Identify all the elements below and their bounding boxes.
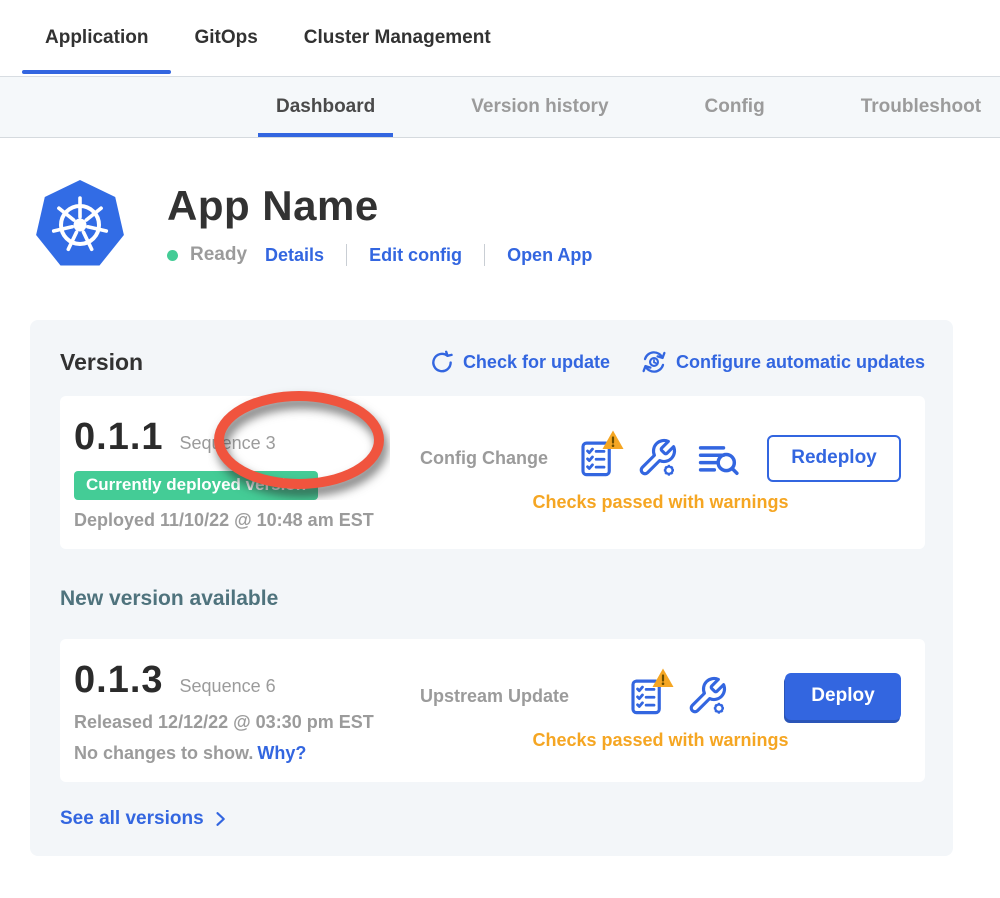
why-link[interactable]: Why?	[257, 743, 306, 763]
view-files-icon[interactable]	[696, 436, 740, 480]
kubernetes-logo-icon	[35, 178, 125, 270]
divider	[484, 244, 485, 266]
version-section: Version Check for update Configure	[30, 320, 953, 856]
chevron-right-icon	[210, 809, 230, 829]
page-title: App Name	[167, 182, 592, 230]
app-header: App Name Ready Details Edit config Open …	[35, 178, 1000, 270]
deployed-date: Deployed 11/10/22 @ 10:48 am EST	[74, 510, 420, 531]
preflight-checks-icon-button[interactable]	[626, 674, 668, 718]
available-checks-status[interactable]: Checks passed with warnings	[420, 730, 901, 751]
tab-cluster-management-label: Cluster Management	[304, 27, 491, 49]
sub-nav: Dashboard Version history Config Trouble…	[0, 77, 1000, 138]
see-all-versions-label: See all versions	[60, 808, 204, 830]
tab-config-label: Config	[705, 96, 765, 118]
tab-dashboard[interactable]: Dashboard	[258, 77, 393, 137]
available-sequence-label: Sequence 6	[180, 676, 276, 697]
edit-config-link[interactable]: Edit config	[369, 245, 462, 266]
config-wrench-icon[interactable]	[636, 436, 678, 480]
status-text: Ready	[190, 244, 247, 266]
tab-config[interactable]: Config	[687, 77, 783, 137]
available-version-number: 0.1.3	[74, 659, 164, 702]
auto-update-clock-icon	[640, 348, 668, 376]
tab-application[interactable]: Application	[22, 0, 171, 76]
tab-cluster-management[interactable]: Cluster Management	[281, 0, 514, 76]
tab-application-label: Application	[45, 27, 148, 49]
warning-triangle-icon	[650, 666, 676, 690]
top-nav: Application GitOps Cluster Management	[0, 0, 1000, 77]
deployed-version-card: 0.1.1 Sequence 3 Currently deployed vers…	[60, 396, 925, 549]
check-for-update-link[interactable]: Check for update	[429, 349, 610, 375]
tab-version-history-label: Version history	[471, 96, 608, 118]
refresh-icon	[429, 349, 455, 375]
open-app-link[interactable]: Open App	[507, 245, 592, 266]
available-source-label: Upstream Update	[420, 686, 569, 707]
tab-version-history[interactable]: Version history	[453, 77, 626, 137]
deploy-button[interactable]: Deploy	[785, 673, 901, 720]
deployed-checks-status[interactable]: Checks passed with warnings	[420, 492, 901, 513]
divider	[346, 244, 347, 266]
details-link[interactable]: Details	[265, 245, 324, 266]
check-for-update-label: Check for update	[463, 352, 610, 373]
released-date: Released 12/12/22 @ 03:30 pm EST	[74, 712, 420, 733]
tab-gitops[interactable]: GitOps	[171, 0, 280, 76]
deployed-sequence-label: Sequence 3	[180, 433, 276, 454]
status-dot-icon	[167, 250, 178, 261]
config-wrench-icon[interactable]	[686, 674, 728, 718]
configure-automatic-updates-link[interactable]: Configure automatic updates	[640, 348, 925, 376]
preflight-checks-icon-button[interactable]	[576, 436, 618, 480]
tab-dashboard-label: Dashboard	[276, 96, 375, 118]
see-all-versions-link[interactable]: See all versions	[60, 808, 925, 830]
warning-triangle-icon	[600, 428, 626, 452]
tab-gitops-label: GitOps	[194, 27, 257, 49]
no-changes-note: No changes to show.	[74, 743, 253, 763]
currently-deployed-badge: Currently deployed version	[74, 471, 318, 500]
tab-troubleshoot[interactable]: Troubleshoot	[843, 77, 999, 137]
new-version-available-heading: New version available	[60, 587, 925, 611]
redeploy-button[interactable]: Redeploy	[767, 435, 901, 482]
configure-automatic-updates-label: Configure automatic updates	[676, 352, 925, 373]
version-heading: Version	[60, 349, 143, 376]
available-version-card: 0.1.3 Sequence 6 Released 12/12/22 @ 03:…	[60, 639, 925, 782]
tab-troubleshoot-label: Troubleshoot	[861, 96, 981, 118]
deployed-version-number: 0.1.1	[74, 416, 164, 459]
deployed-source-label: Config Change	[420, 448, 548, 469]
